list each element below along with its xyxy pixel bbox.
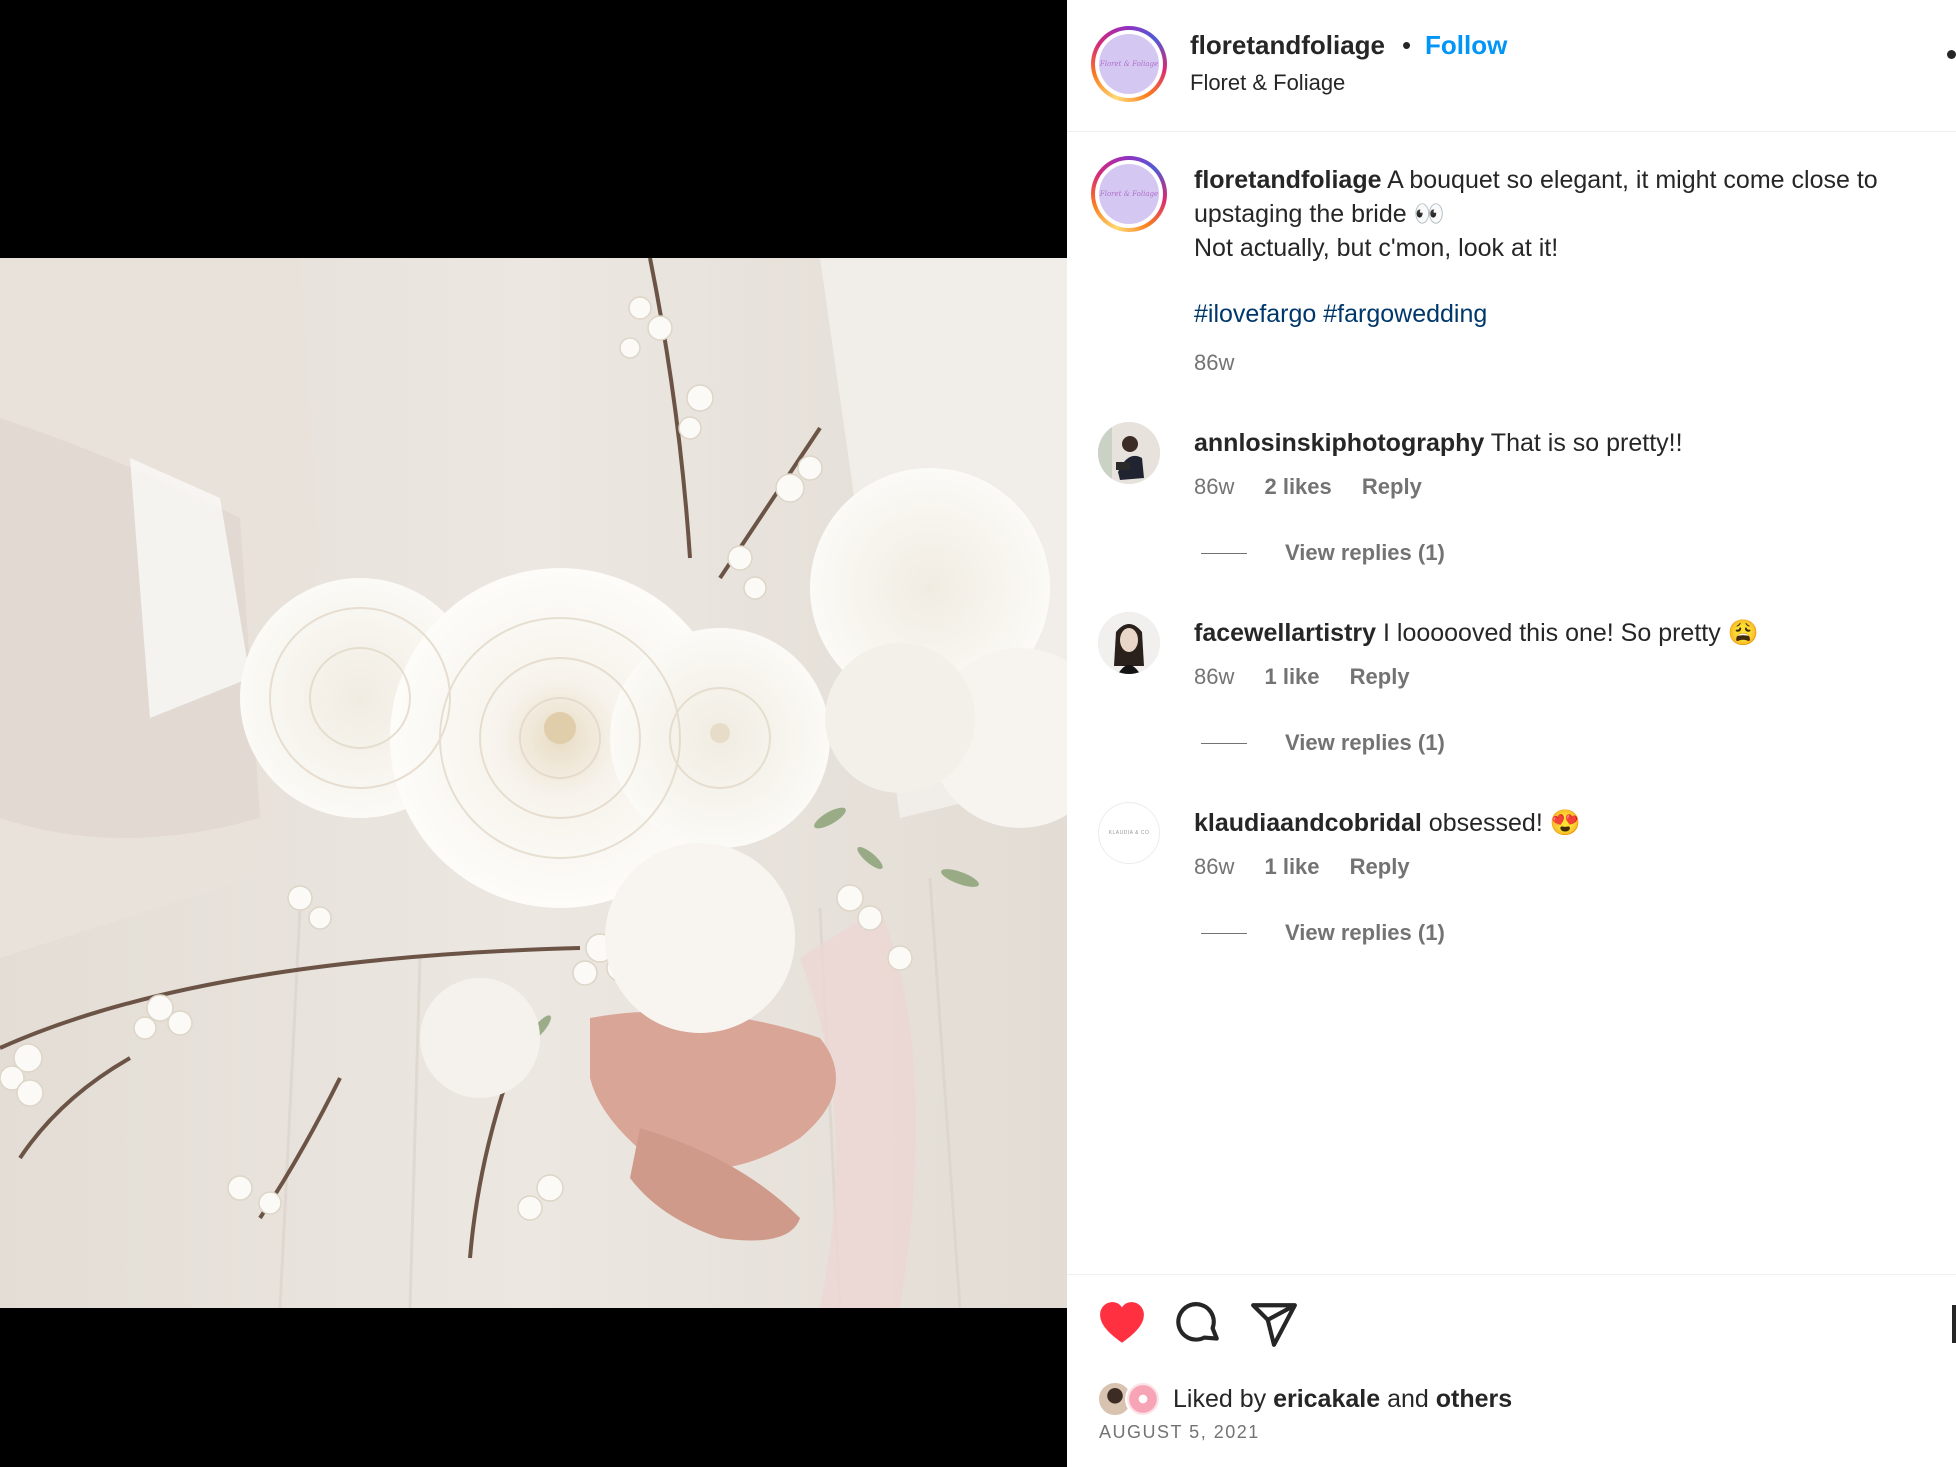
photographer-avatar-image — [1098, 422, 1160, 484]
avatar-logo: Floret & Foliage — [1099, 164, 1159, 224]
comment-time[interactable]: 86w — [1194, 854, 1234, 879]
profile-display-name: Floret & Foliage — [1190, 70, 1346, 95]
paper-plane-icon[interactable] — [1249, 1299, 1299, 1349]
comment-body: That is so pretty!! — [1490, 429, 1683, 457]
comment-likes[interactable]: 1 like — [1264, 854, 1319, 879]
comment-username[interactable]: klaudiaandcobridal — [1194, 809, 1422, 837]
avatar-logo: Floret & Foliage — [1099, 34, 1159, 94]
bookmark-icon[interactable] — [1952, 1305, 1956, 1343]
post-date[interactable]: AUGUST 5, 2021 — [1099, 1422, 1260, 1443]
caption-username[interactable]: floretandfoliage — [1194, 166, 1382, 194]
separator-dot: • — [1402, 30, 1412, 60]
bouquet-photo — [0, 258, 1067, 1308]
view-replies-label: View replies (1) — [1285, 920, 1445, 945]
comment-body: I loooooved this one! So pretty 😩 — [1383, 619, 1759, 647]
reply-button[interactable]: Reply — [1362, 474, 1422, 499]
comment-meta: 86w 2 likes Reply — [1194, 474, 1446, 500]
view-replies-button[interactable]: View replies (1) — [1201, 920, 1445, 946]
caption-hashtags: #ilovefargo #fargowedding — [1194, 300, 1487, 329]
hashtag-link[interactable]: #fargowedding — [1323, 300, 1487, 328]
comment-username[interactable]: annlosinskiphotography — [1194, 429, 1484, 457]
more-options-icon[interactable] — [1947, 50, 1956, 59]
comment-username[interactable]: facewellartistry — [1194, 619, 1376, 647]
liked-by-prefix: Liked by — [1173, 1384, 1267, 1413]
caption-text-line2: Not actually, but c'mon, look at it! — [1194, 234, 1559, 262]
comment-icon[interactable] — [1173, 1299, 1223, 1349]
artist-avatar-image — [1098, 612, 1160, 674]
comment-meta: 86w 1 like Reply — [1194, 854, 1434, 880]
comment-likes[interactable]: 2 likes — [1264, 474, 1331, 499]
follow-button[interactable]: Follow — [1425, 30, 1507, 61]
comment-body: obsessed! 😍 — [1428, 809, 1581, 837]
comment-text: facewellartistry I loooooved this one! S… — [1194, 616, 1934, 650]
view-replies-button[interactable]: View replies (1) — [1201, 730, 1445, 756]
liked-by-others[interactable]: others — [1436, 1385, 1512, 1414]
comment-text: klaudiaandcobridal obsessed! 😍 — [1194, 806, 1934, 840]
replies-divider — [1201, 932, 1247, 934]
instagram-post-viewer: Floret & Foliage floretandfoliage • Foll… — [0, 0, 1956, 1467]
liked-by-summary: Liked by ericakale and others — [1097, 1381, 1512, 1417]
comment-likes[interactable]: 1 like — [1264, 664, 1319, 689]
commenter-avatar[interactable] — [1098, 422, 1160, 484]
caption-avatar[interactable]: Floret & Foliage — [1091, 156, 1167, 232]
commenter-avatar[interactable] — [1098, 612, 1160, 674]
commenter-avatar[interactable]: KLAUDIA & CO — [1098, 802, 1160, 864]
post-side-panel: Floret & Foliage floretandfoliage • Foll… — [1067, 0, 1956, 1467]
heart-icon[interactable] — [1097, 1299, 1147, 1349]
replies-divider — [1201, 552, 1247, 554]
view-replies-label: View replies (1) — [1285, 540, 1445, 565]
view-replies-button[interactable]: View replies (1) — [1201, 540, 1445, 566]
view-replies-label: View replies (1) — [1285, 730, 1445, 755]
post-username[interactable]: floretandfoliage — [1190, 30, 1385, 61]
post-photo[interactable] — [0, 258, 1067, 1308]
reply-button[interactable]: Reply — [1350, 854, 1410, 879]
post-header: Floret & Foliage floretandfoliage • Foll… — [1067, 0, 1956, 132]
liker-avatars[interactable] — [1097, 1381, 1167, 1417]
profile-avatar[interactable]: Floret & Foliage — [1091, 26, 1167, 102]
comment-text: annlosinskiphotography That is so pretty… — [1194, 426, 1934, 460]
liker-avatar — [1125, 1381, 1161, 1417]
comment-meta: 86w 1 like Reply — [1194, 664, 1434, 690]
reply-button[interactable]: Reply — [1350, 664, 1410, 689]
liked-by-and: and — [1387, 1384, 1429, 1413]
hashtag-link[interactable]: #ilovefargo — [1194, 300, 1316, 328]
replies-divider — [1201, 742, 1247, 744]
bridal-logo: KLAUDIA & CO — [1108, 830, 1150, 836]
post-media — [0, 0, 1067, 1467]
comment-time[interactable]: 86w — [1194, 664, 1234, 689]
caption-timestamp[interactable]: 86w — [1194, 350, 1234, 376]
comment-time[interactable]: 86w — [1194, 474, 1234, 499]
liked-by-user[interactable]: ericakale — [1273, 1385, 1380, 1414]
post-caption: floretandfoliage A bouquet so elegant, i… — [1194, 163, 1934, 265]
